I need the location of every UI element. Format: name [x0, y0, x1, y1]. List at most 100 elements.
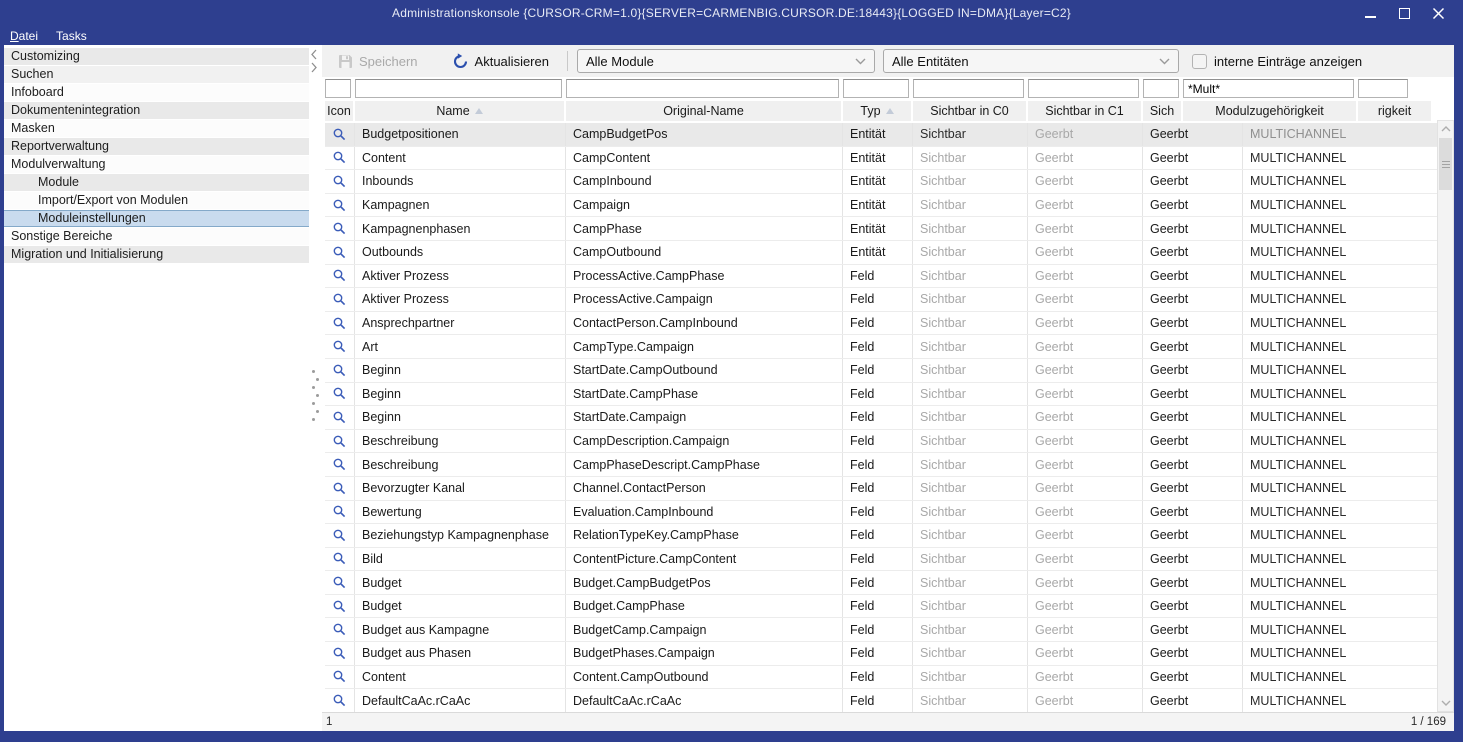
cell-icon[interactable]: [325, 217, 355, 240]
cell-icon[interactable]: [325, 170, 355, 193]
minimize-button[interactable]: [1353, 0, 1387, 27]
row-search-icon[interactable]: [333, 411, 346, 424]
row-search-icon[interactable]: [333, 458, 346, 471]
cell-icon[interactable]: [325, 312, 355, 335]
table-row[interactable]: BildContentPicture.CampContentFeldSichtb…: [325, 548, 1437, 572]
table-row[interactable]: BudgetBudget.CampBudgetPosFeldSichtbarGe…: [325, 571, 1437, 595]
cell-icon[interactable]: [325, 453, 355, 476]
column-header-original-name[interactable]: Original-Name: [566, 101, 841, 121]
table-row[interactable]: Budget aus PhasenBudgetPhases.CampaignFe…: [325, 642, 1437, 666]
sidebar-item-import-export-von-modulen[interactable]: Import/Export von Modulen: [4, 192, 309, 209]
filter-input-1[interactable]: [355, 79, 562, 98]
cell-icon[interactable]: [325, 265, 355, 288]
entity-filter-dropdown[interactable]: Alle Entitäten: [883, 49, 1179, 73]
sidebar-item-sonstige-bereiche[interactable]: Sonstige Bereiche: [4, 228, 309, 245]
sidebar-item-infoboard[interactable]: Infoboard: [4, 84, 309, 101]
save-button[interactable]: Speichern: [332, 48, 424, 74]
scroll-down-button[interactable]: [1438, 695, 1453, 711]
sidebar-item-customizing[interactable]: Customizing: [4, 48, 309, 65]
cell-icon[interactable]: [325, 123, 355, 146]
sidebar-item-reportverwaltung[interactable]: Reportverwaltung: [4, 138, 309, 155]
filter-input-2[interactable]: [566, 79, 839, 98]
column-header-rigkeit[interactable]: rigkeit: [1358, 101, 1431, 121]
cell-icon[interactable]: [325, 383, 355, 406]
table-row[interactable]: KampagnenphasenCampPhaseEntitätSichtbarG…: [325, 217, 1437, 241]
table-row[interactable]: Budget aus KampagneBudgetCamp.CampaignFe…: [325, 618, 1437, 642]
cell-icon[interactable]: [325, 406, 355, 429]
cell-icon[interactable]: [325, 288, 355, 311]
row-search-icon[interactable]: [333, 623, 346, 636]
cell-icon[interactable]: [325, 477, 355, 500]
column-header-sichtbar-in-c0[interactable]: Sichtbar in C0: [913, 101, 1026, 121]
column-header-typ[interactable]: Typ: [843, 101, 911, 121]
filter-input-5[interactable]: [1028, 79, 1139, 98]
menu-item-datei[interactable]: Datei: [10, 29, 38, 43]
table-row[interactable]: ArtCampType.CampaignFeldSichtbarGeerbtGe…: [325, 335, 1437, 359]
filter-input-8[interactable]: [1358, 79, 1408, 98]
cell-icon[interactable]: [325, 359, 355, 382]
row-search-icon[interactable]: [333, 600, 346, 613]
cell-icon[interactable]: [325, 241, 355, 264]
row-search-icon[interactable]: [333, 222, 346, 235]
table-row[interactable]: Bevorzugter KanalChannel.ContactPersonFe…: [325, 477, 1437, 501]
row-search-icon[interactable]: [333, 435, 346, 448]
filter-input-0[interactable]: [325, 79, 351, 98]
table-row[interactable]: Aktiver ProzessProcessActive.CampaignFel…: [325, 288, 1437, 312]
refresh-button[interactable]: Aktualisieren: [446, 48, 555, 74]
cell-icon[interactable]: [325, 595, 355, 618]
row-search-icon[interactable]: [333, 199, 346, 212]
table-row[interactable]: BewertungEvaluation.CampInboundFeldSicht…: [325, 501, 1437, 525]
row-search-icon[interactable]: [333, 246, 346, 259]
row-search-icon[interactable]: [333, 128, 346, 141]
row-search-icon[interactable]: [333, 529, 346, 542]
sidebar-item-masken[interactable]: Masken: [4, 120, 309, 137]
table-row[interactable]: BudgetpositionenCampBudgetPosEntitätSich…: [325, 123, 1437, 147]
row-search-icon[interactable]: [333, 552, 346, 565]
collapse-left-icon[interactable]: [310, 49, 318, 60]
table-row[interactable]: BeginnStartDate.CampOutboundFeldSichtbar…: [325, 359, 1437, 383]
row-search-icon[interactable]: [333, 387, 346, 400]
table-row[interactable]: InboundsCampInboundEntitätSichtbarGeerbt…: [325, 170, 1437, 194]
splitter-grip[interactable]: [312, 370, 319, 426]
row-search-icon[interactable]: [333, 505, 346, 518]
sidebar-splitter[interactable]: [307, 45, 323, 685]
scroll-up-button[interactable]: [1438, 121, 1453, 137]
sidebar-item-migration-und-initialisierung[interactable]: Migration und Initialisierung: [4, 246, 309, 263]
maximize-button[interactable]: [1387, 0, 1421, 27]
scrollbar-thumb[interactable]: [1439, 138, 1452, 190]
row-search-icon[interactable]: [333, 175, 346, 188]
table-row[interactable]: OutboundsCampOutboundEntitätSichtbarGeer…: [325, 241, 1437, 265]
filter-input-3[interactable]: [843, 79, 909, 98]
row-search-icon[interactable]: [333, 694, 346, 707]
cell-icon[interactable]: [325, 147, 355, 170]
menu-item-tasks[interactable]: Tasks: [56, 29, 87, 43]
table-row[interactable]: BeginnStartDate.CampaignFeldSichtbarGeer…: [325, 406, 1437, 430]
row-search-icon[interactable]: [333, 293, 346, 306]
cell-icon[interactable]: [325, 642, 355, 665]
row-search-icon[interactable]: [333, 151, 346, 164]
sidebar-item-suchen[interactable]: Suchen: [4, 66, 309, 83]
row-search-icon[interactable]: [333, 269, 346, 282]
table-row[interactable]: BeschreibungCampDescription.CampaignFeld…: [325, 430, 1437, 454]
row-search-icon[interactable]: [333, 340, 346, 353]
cell-icon[interactable]: [325, 571, 355, 594]
table-row[interactable]: BudgetBudget.CampPhaseFeldSichtbarGeerbt…: [325, 595, 1437, 619]
cell-icon[interactable]: [325, 194, 355, 217]
table-row[interactable]: BeginnStartDate.CampPhaseFeldSichtbarGee…: [325, 383, 1437, 407]
module-filter-dropdown[interactable]: Alle Module: [577, 49, 875, 73]
table-row[interactable]: Aktiver ProzessProcessActive.CampPhaseFe…: [325, 265, 1437, 289]
cell-icon[interactable]: [325, 430, 355, 453]
row-search-icon[interactable]: [333, 647, 346, 660]
close-button[interactable]: [1421, 0, 1455, 27]
sidebar-item-modulverwaltung[interactable]: Modulverwaltung: [4, 156, 309, 173]
cell-icon[interactable]: [325, 335, 355, 358]
row-search-icon[interactable]: [333, 364, 346, 377]
vertical-scrollbar[interactable]: [1437, 120, 1454, 712]
sidebar-item-module[interactable]: Module: [4, 174, 309, 191]
filter-input-4[interactable]: [913, 79, 1024, 98]
table-row[interactable]: ContentCampContentEntitätSichtbarGeerbtG…: [325, 147, 1437, 171]
cell-icon[interactable]: [325, 666, 355, 689]
row-search-icon[interactable]: [333, 670, 346, 683]
column-header-sichtbar-in-c1[interactable]: Sichtbar in C1: [1028, 101, 1141, 121]
filter-input-7[interactable]: [1183, 79, 1354, 98]
